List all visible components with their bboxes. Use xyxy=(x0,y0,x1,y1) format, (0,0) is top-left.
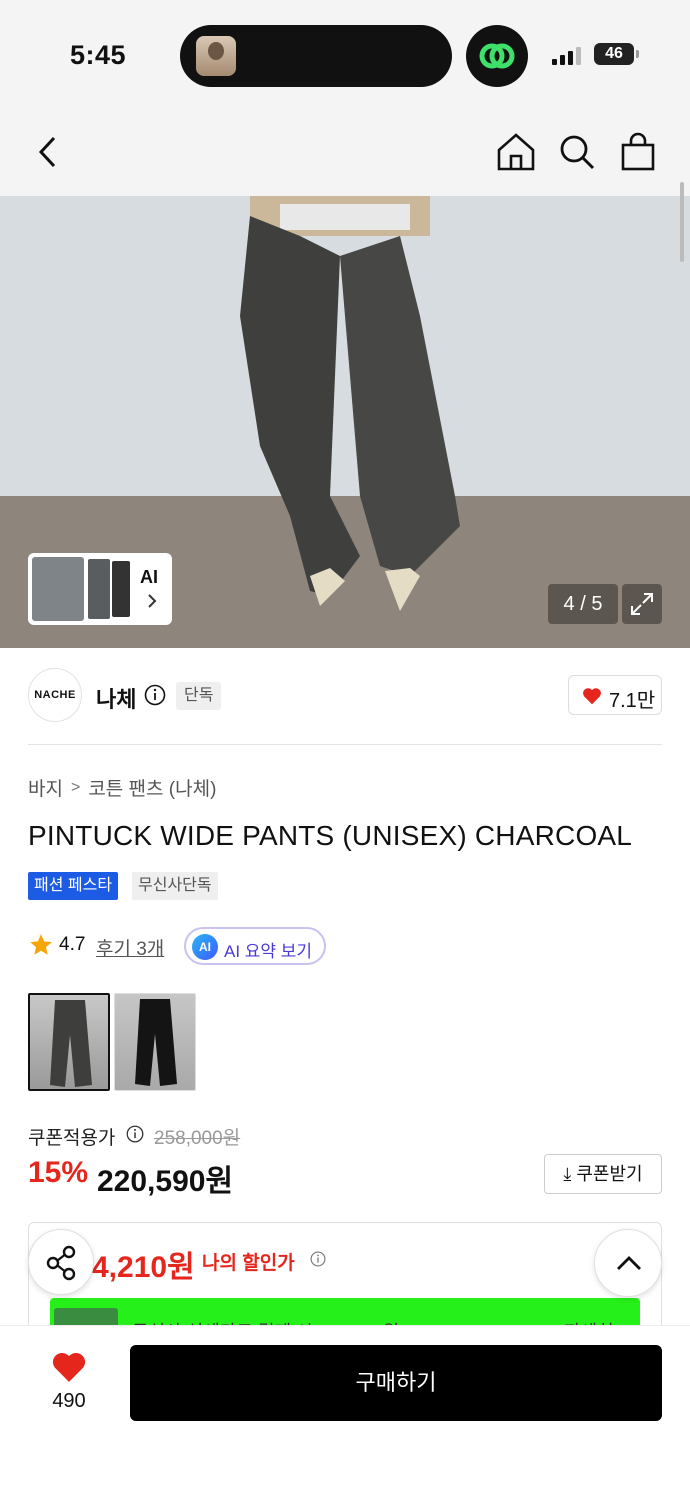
color-variant-charcoal[interactable] xyxy=(28,993,110,1091)
heart-icon xyxy=(50,1348,88,1384)
thumbnail-image xyxy=(112,561,130,617)
review-link[interactable]: 후기 3개 xyxy=(96,934,164,961)
cart-icon[interactable] xyxy=(616,130,660,174)
battery-icon: 46 xyxy=(594,43,639,65)
final-price: 220,590원 xyxy=(97,1165,234,1198)
star-icon xyxy=(28,932,54,958)
product-title: PINTUCK WIDE PANTS (UNISEX) CHARCOAL xyxy=(28,820,633,851)
buy-button[interactable]: 구매하기 xyxy=(130,1345,662,1421)
ai-label: AI xyxy=(140,567,158,587)
info-icon[interactable] xyxy=(144,684,166,706)
app-link-icon xyxy=(466,25,528,87)
coupon-price-label: 쿠폰적용가 xyxy=(28,1128,116,1149)
search-icon[interactable] xyxy=(555,130,599,174)
download-coupon-button[interactable]: ⤓ 쿠폰받기 xyxy=(544,1154,662,1194)
breadcrumb: 바지 > 코튼 팬츠 (나체) xyxy=(28,774,216,801)
heart-icon xyxy=(581,685,603,707)
discount-rate: 15% xyxy=(28,1156,89,1189)
brand-like-button[interactable]: 7.1만 xyxy=(568,675,662,715)
top-navigation xyxy=(0,110,690,196)
image-counter: 4 / 5 xyxy=(548,584,618,624)
dynamic-island xyxy=(180,25,452,87)
thumbnail-image xyxy=(88,559,110,619)
exclusive-tag: 단독 xyxy=(176,682,222,710)
share-button[interactable] xyxy=(28,1229,94,1295)
status-bar: 5:45 46 xyxy=(0,0,690,110)
scroll-top-button[interactable] xyxy=(594,1229,662,1297)
brand-logo[interactable]: NACHE xyxy=(28,668,82,722)
island-avatar xyxy=(196,36,236,76)
fashion-festa-badge: 패션 페스타 xyxy=(28,872,119,900)
my-price-label: 나의 할인가 xyxy=(202,1253,295,1274)
ai-icon: AI xyxy=(192,934,218,960)
breadcrumb-item[interactable]: 코튼 팬츠 (나체) xyxy=(88,774,216,801)
wishlist-count: 490 xyxy=(52,1390,86,1412)
my-price-value: 4,210원 xyxy=(92,1251,195,1284)
exclusive-badge: 무신사단독 xyxy=(132,872,218,900)
breadcrumb-item[interactable]: 바지 xyxy=(28,774,63,801)
brand-name[interactable]: 나체 xyxy=(96,682,136,714)
info-icon[interactable] xyxy=(126,1125,144,1143)
home-icon[interactable] xyxy=(494,130,538,174)
scroll-indicator[interactable] xyxy=(680,182,684,262)
status-time: 5:45 xyxy=(70,40,127,70)
expand-icon[interactable] xyxy=(622,584,662,624)
rating-value: 4.7 xyxy=(59,934,86,955)
ai-summary-button[interactable]: AI AI 요약 보기 xyxy=(184,927,326,965)
divider xyxy=(28,744,662,745)
back-icon[interactable] xyxy=(26,130,70,174)
wishlist-button[interactable]: 490 xyxy=(44,1348,94,1418)
original-price: 258,000원 xyxy=(154,1128,241,1149)
signal-icon xyxy=(552,45,581,65)
thumbnail-image xyxy=(32,557,84,621)
color-variant-black[interactable] xyxy=(114,993,196,1091)
info-icon[interactable] xyxy=(310,1251,326,1267)
chevron-right-icon xyxy=(144,593,160,609)
ai-summary-label: AI 요약 보기 xyxy=(224,942,313,961)
ai-thumbnail-card[interactable]: AI xyxy=(28,553,172,625)
brand-like-count: 7.1만 xyxy=(609,690,656,712)
chevron-right-icon: > xyxy=(70,778,81,796)
